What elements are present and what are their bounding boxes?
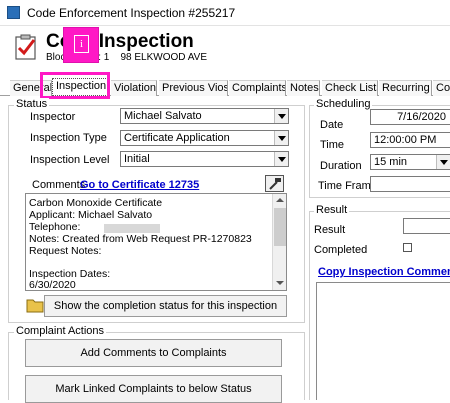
notes-line: Notes: Created from Web Request PR-12708… [29, 233, 252, 245]
completed-label: Completed [314, 244, 368, 256]
scroll-up-icon[interactable] [273, 194, 287, 206]
inspection-type-value: Certificate Application [124, 132, 230, 144]
inspector-select[interactable]: Michael Salvato [120, 108, 289, 124]
inspection-type-select[interactable]: Certificate Application [120, 130, 289, 146]
result-field[interactable] [403, 218, 450, 234]
notes-line: 6/30/2020 [29, 279, 76, 291]
date-value: 7/16/2020 [397, 111, 446, 123]
title-bar: Code Enforcement Inspection #255217 [0, 0, 450, 26]
tab-check-lists[interactable]: Check Lists [322, 80, 378, 96]
duration-label: Duration [320, 160, 362, 172]
folder-icon [26, 299, 44, 313]
app-icon [7, 6, 20, 19]
duration-value: 15 min [374, 156, 408, 168]
notes-scrollbar[interactable] [272, 194, 286, 290]
completed-checkbox[interactable] [403, 243, 412, 252]
notes-line: Carbon Monoxide Certificate [29, 197, 163, 209]
comments-label: Comments [32, 179, 86, 191]
tab-previous-vios[interactable]: Previous Vios [159, 80, 228, 96]
hammer-icon [269, 178, 281, 190]
add-comments-button[interactable]: Add Comments to Complaints [25, 339, 282, 367]
tab-violations[interactable]: Violations [111, 80, 157, 96]
date-label: Date [320, 119, 344, 131]
chevron-down-icon[interactable] [436, 155, 450, 169]
comments-textarea[interactable]: Carbon Monoxide Certificate Applicant: M… [25, 193, 287, 291]
notes-line: Request Notes: [29, 245, 102, 257]
mark-linked-complaints-button[interactable]: Mark Linked Complaints to below Status [25, 375, 282, 403]
time-frame-field[interactable] [370, 176, 450, 192]
info-badge: i [63, 27, 99, 63]
inspection-level-select[interactable]: Initial [120, 151, 289, 167]
clipboard-check-icon [15, 34, 36, 60]
inspector-label: Inspector [30, 111, 76, 123]
redacted-phone [104, 224, 160, 233]
window-title: Code Enforcement Inspection #255217 [27, 6, 236, 20]
notes-line: Applicant: Michael Salvato [29, 209, 153, 221]
chevron-down-icon[interactable] [274, 131, 288, 145]
notes-line: Telephone: [29, 221, 81, 233]
info-icon: i [74, 35, 89, 53]
inspection-level-label: Inspection Level [30, 154, 110, 166]
date-field[interactable]: 7/16/2020 [370, 109, 450, 125]
status-group-label: Status [14, 98, 50, 110]
chevron-down-icon[interactable] [274, 109, 288, 123]
chevron-down-icon[interactable] [274, 152, 288, 166]
inspector-value: Michael Salvato [124, 110, 202, 122]
scroll-down-icon[interactable] [273, 278, 287, 290]
tab-recurring[interactable]: Recurring [379, 80, 432, 96]
result-label: Result [314, 224, 346, 236]
result-group-label: Result [314, 204, 350, 216]
copy-inspection-comments-link[interactable]: Copy Inspection Comments [318, 266, 450, 278]
tab-complaints[interactable]: Complaints [229, 80, 286, 96]
time-value: 12:00:00 PM [374, 134, 437, 146]
completion-status-button[interactable]: Show the completion status for this insp… [44, 295, 287, 317]
tab-highlight [40, 72, 110, 99]
time-frame-label: Time Frame [318, 180, 377, 192]
tab-notes[interactable]: Notes [287, 80, 320, 96]
time-field[interactable]: 12:00:00 PM [370, 132, 450, 148]
time-label: Time [320, 139, 345, 151]
inspection-level-value: Initial [124, 153, 150, 165]
complaint-actions-label: Complaint Actions [14, 325, 107, 337]
edit-comments-button[interactable] [265, 175, 284, 192]
result-comments-textarea[interactable] [316, 282, 450, 400]
go-to-certificate-link[interactable]: Go to Certificate 12735 [80, 179, 199, 191]
tab-co[interactable]: Co [433, 80, 450, 96]
inspection-type-label: Inspection Type [30, 132, 107, 144]
scheduling-group-label: Scheduling [314, 98, 373, 110]
scrollbar-thumb[interactable] [274, 208, 286, 246]
duration-select[interactable]: 15 min [370, 154, 450, 170]
